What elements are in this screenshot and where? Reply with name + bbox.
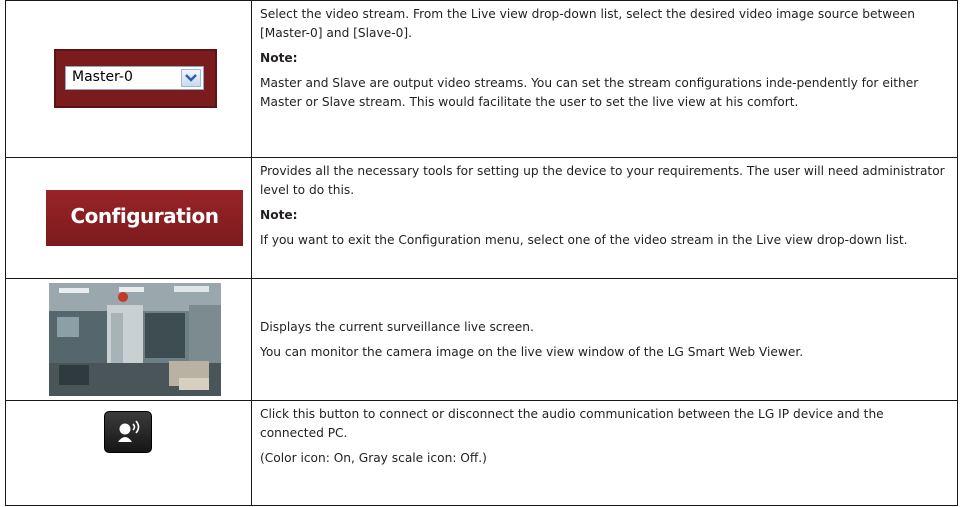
table-row: Displays the current surveillance live s… bbox=[5, 278, 958, 401]
description-text: Provides all the necessary tools for set… bbox=[260, 164, 945, 197]
table-row: Configuration Provides all the necessary… bbox=[5, 157, 958, 279]
description-cell: Click this button to connect or disconne… bbox=[251, 400, 958, 506]
stream-select-frame: Master-0 bbox=[54, 49, 217, 108]
description-text: Select the video stream. From the Live v… bbox=[260, 7, 915, 40]
dropdown-value: Master-0 bbox=[72, 69, 133, 85]
live-view-thumbnail bbox=[49, 283, 221, 396]
description-text: You can monitor the camera image on the … bbox=[260, 344, 804, 359]
note-text: If you want to exit the Configuration me… bbox=[260, 233, 908, 247]
table-row: Click this button to connect or disconne… bbox=[5, 400, 958, 506]
configuration-label: Configuration bbox=[70, 204, 219, 228]
icon-cell: Configuration bbox=[5, 157, 252, 279]
live-view-dropdown[interactable]: Master-0 bbox=[65, 66, 204, 90]
table-row: Master-0 Select the video stream. From t… bbox=[5, 0, 958, 158]
audio-button[interactable] bbox=[104, 411, 152, 453]
description-text: (Color icon: On, Gray scale icon: Off.) bbox=[260, 451, 487, 465]
note-label: Note: bbox=[260, 208, 298, 222]
description-cell: Displays the current surveillance live s… bbox=[251, 278, 958, 401]
chevron-down-icon[interactable] bbox=[181, 69, 201, 87]
icon-cell: Master-0 bbox=[5, 0, 252, 158]
note-label: Note: bbox=[260, 51, 298, 65]
description-text: Click this button to connect or disconne… bbox=[260, 407, 884, 440]
description-cell: Provides all the necessary tools for set… bbox=[251, 157, 958, 279]
audio-speaker-icon bbox=[118, 420, 140, 442]
description-text: Displays the current surveillance live s… bbox=[260, 319, 534, 334]
configuration-button[interactable]: Configuration bbox=[46, 190, 243, 246]
icon-cell bbox=[5, 278, 252, 401]
description-cell: Select the video stream. From the Live v… bbox=[251, 0, 958, 158]
feature-table: Master-0 Select the video stream. From t… bbox=[5, 0, 958, 506]
icon-cell bbox=[5, 400, 252, 506]
note-text: Master and Slave are output video stream… bbox=[260, 76, 919, 109]
